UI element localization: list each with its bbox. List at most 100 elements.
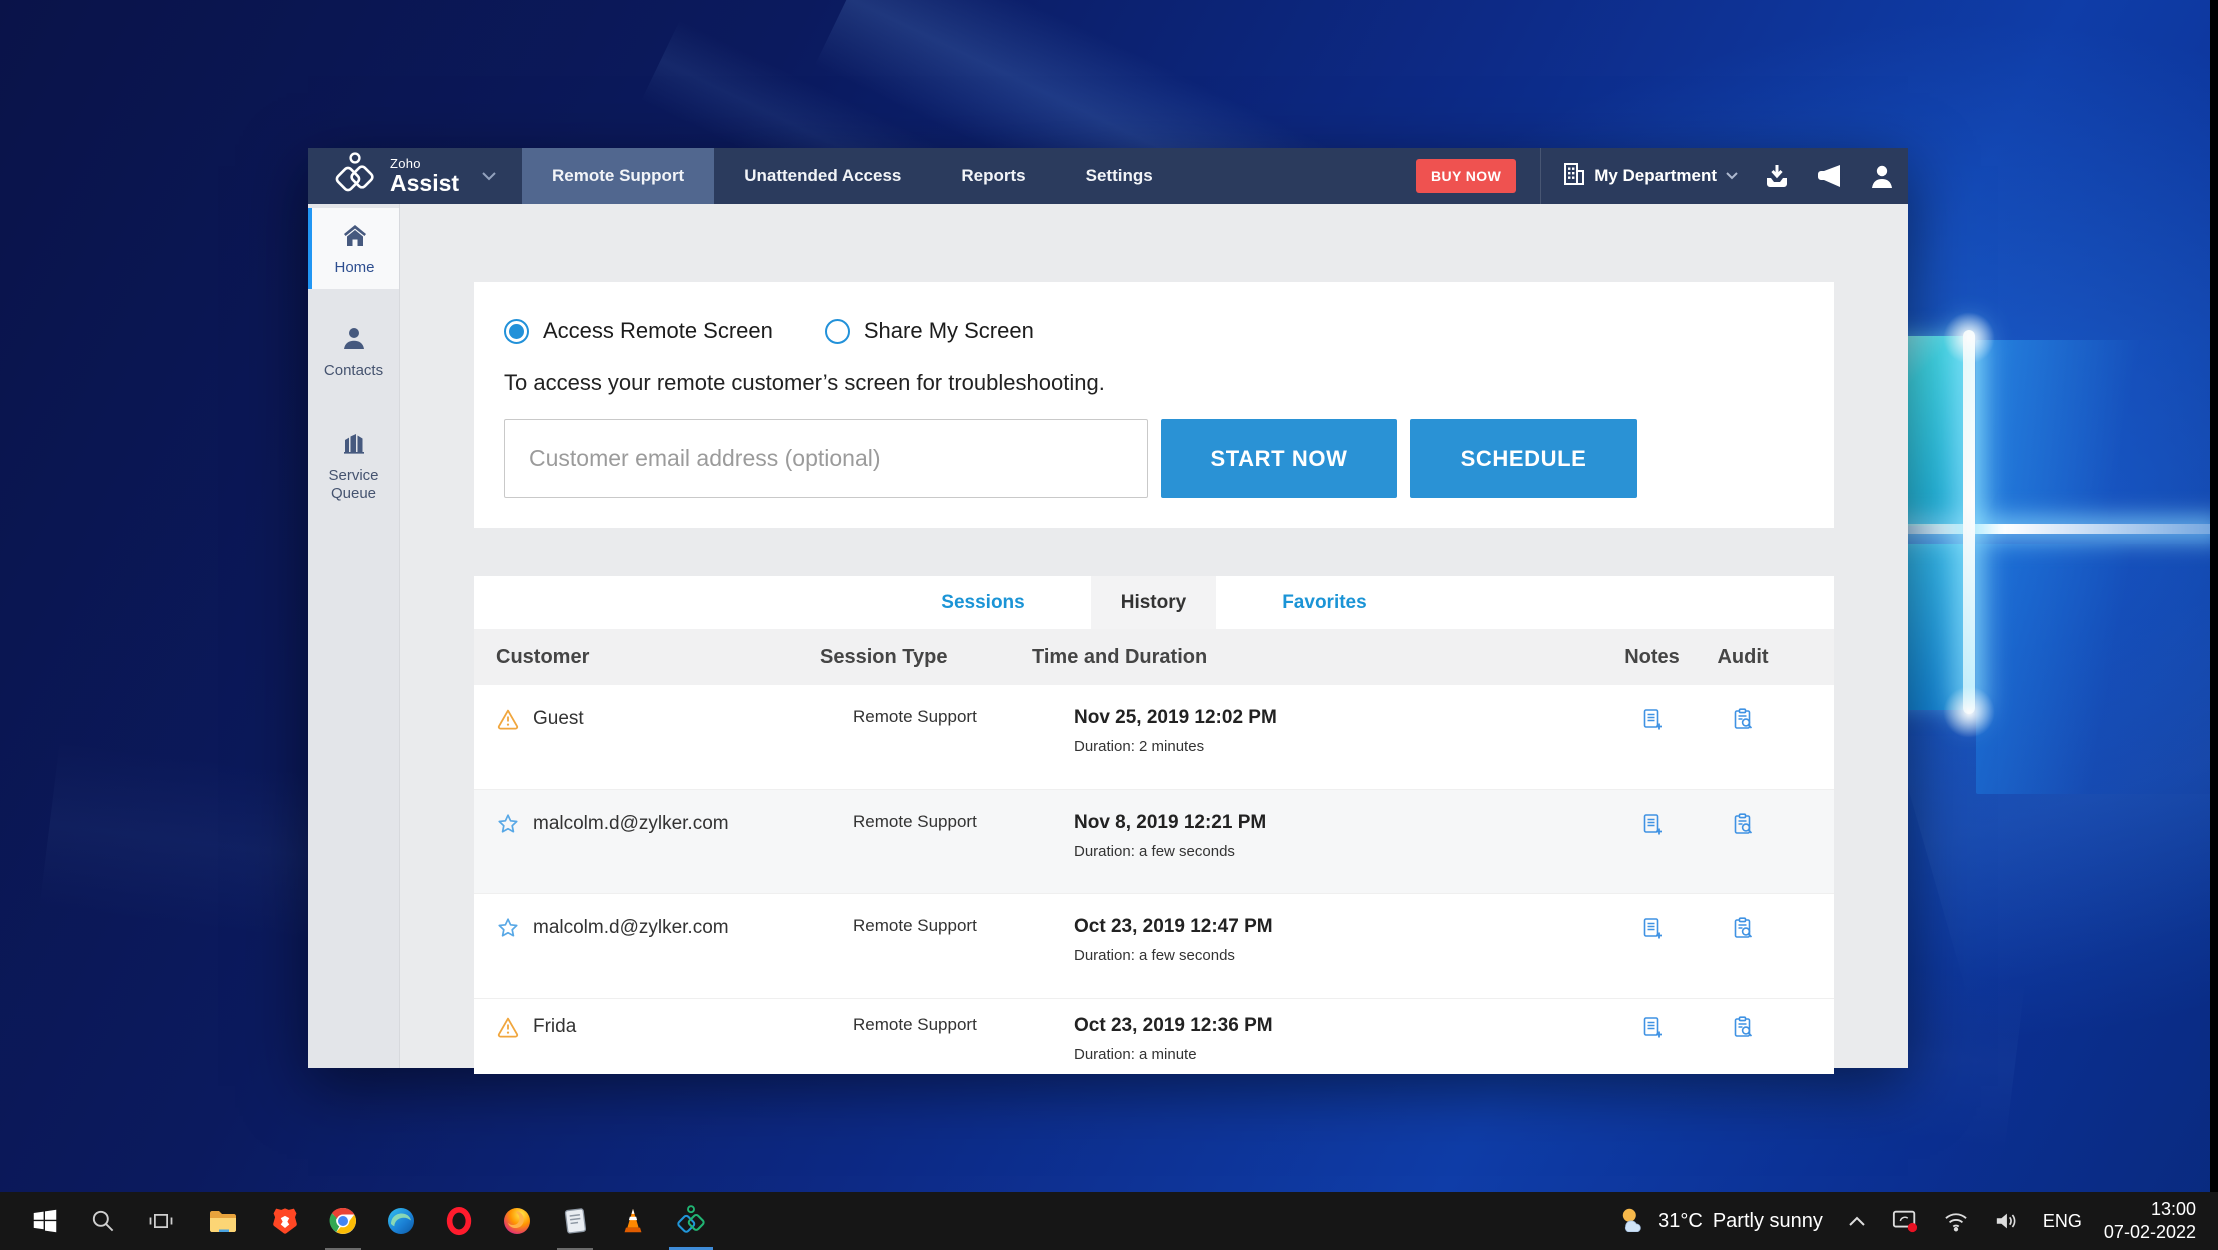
windows-logo-glow bbox=[1941, 310, 1997, 366]
remote-session-card: Access Remote Screen Share My Screen To … bbox=[474, 282, 1834, 528]
taskbar-icon-firefox[interactable] bbox=[488, 1192, 546, 1250]
audit-view-icon[interactable] bbox=[1700, 999, 1786, 1074]
favorite-star-icon[interactable] bbox=[496, 812, 520, 841]
note-add-icon[interactable] bbox=[1604, 894, 1700, 998]
session-type: Remote Support bbox=[820, 685, 1032, 789]
tab-history[interactable]: History bbox=[1091, 576, 1216, 629]
zoho-assist-logo-icon bbox=[330, 151, 380, 202]
download-icon[interactable] bbox=[1764, 163, 1790, 189]
customer-name: Guest bbox=[533, 707, 584, 731]
note-add-icon[interactable] bbox=[1604, 685, 1700, 789]
wifi-icon[interactable] bbox=[1935, 1210, 1977, 1232]
task-view-icon[interactable] bbox=[132, 1192, 190, 1250]
taskbar-icon-chrome[interactable] bbox=[314, 1192, 372, 1250]
favorite-star-icon[interactable] bbox=[496, 916, 520, 945]
tab-favorites[interactable]: Favorites bbox=[1252, 576, 1396, 629]
weather-temperature: 31°C bbox=[1658, 1210, 1703, 1233]
taskbar-icon-brave[interactable] bbox=[256, 1192, 314, 1250]
taskbar-icon-opera[interactable] bbox=[430, 1192, 488, 1250]
session-time: Oct 23, 2019 12:47 PM bbox=[1074, 916, 1604, 938]
nav-tab-unattended-access[interactable]: Unattended Access bbox=[714, 148, 931, 204]
audit-view-icon[interactable] bbox=[1700, 685, 1786, 789]
nav-tab-settings[interactable]: Settings bbox=[1056, 148, 1183, 204]
access-remote-screen-radio[interactable] bbox=[504, 319, 529, 344]
department-selector[interactable]: My Department bbox=[1563, 162, 1738, 191]
session-type: Remote Support bbox=[820, 790, 1032, 893]
taskbar-icon-vlc[interactable] bbox=[604, 1192, 662, 1250]
sidebar-item-contacts[interactable]: Contacts bbox=[308, 311, 399, 392]
windows-logo-glow bbox=[1963, 330, 1975, 714]
windows-logo-pane bbox=[1976, 544, 2218, 794]
service-queue-icon bbox=[340, 443, 368, 460]
sidebar-item-label: Service Queue bbox=[310, 467, 397, 503]
taskbar-clock[interactable]: 13:00 07-02-2022 bbox=[2098, 1198, 2202, 1244]
weather-icon bbox=[1618, 1206, 1648, 1237]
instruction-text: To access your remote customer’s screen … bbox=[504, 370, 1804, 396]
sidebar-item-home[interactable]: Home bbox=[308, 208, 399, 289]
start-now-button[interactable]: START NOW bbox=[1161, 419, 1397, 498]
weather-condition: Partly sunny bbox=[1713, 1210, 1823, 1233]
schedule-button[interactable]: SCHEDULE bbox=[1410, 419, 1637, 498]
taskbar-icon-file-explorer[interactable] bbox=[190, 1192, 256, 1250]
sessions-tabs: Sessions History Favorites bbox=[474, 576, 1834, 629]
nav-tab-remote-support[interactable]: Remote Support bbox=[522, 148, 714, 204]
tab-sessions[interactable]: Sessions bbox=[911, 576, 1054, 629]
app-sidebar: Home Contacts Service Queue bbox=[308, 204, 400, 1068]
navbar-divider bbox=[1540, 148, 1541, 204]
start-session-form: START NOW SCHEDULE bbox=[504, 419, 1804, 498]
language-indicator[interactable]: ENG bbox=[2035, 1211, 2090, 1232]
customer-name: malcolm.d@zylker.com bbox=[533, 812, 729, 836]
history-table-header: Customer Session Type Time and Duration … bbox=[474, 629, 1834, 685]
brand-assist: Assist bbox=[390, 172, 459, 195]
table-row[interactable]: malcolm.d@zylker.com Remote Support Oct … bbox=[474, 894, 1834, 999]
windows-logo-glow bbox=[1941, 684, 1997, 740]
session-time: Oct 23, 2019 12:36 PM bbox=[1074, 1015, 1604, 1037]
audit-view-icon[interactable] bbox=[1700, 790, 1786, 893]
audit-view-icon[interactable] bbox=[1700, 894, 1786, 998]
taskbar-apps bbox=[0, 1192, 720, 1250]
taskbar-icon-zoho-assist[interactable] bbox=[662, 1192, 720, 1250]
system-tray: 31°C Partly sunny ENG 13:00 bbox=[1610, 1192, 2218, 1250]
customer-email-input[interactable] bbox=[504, 419, 1148, 498]
chevron-up-icon[interactable] bbox=[1839, 1214, 1875, 1228]
access-remote-screen-label[interactable]: Access Remote Screen bbox=[543, 318, 773, 344]
note-add-icon[interactable] bbox=[1604, 999, 1700, 1074]
sidebar-item-label: Contacts bbox=[310, 362, 397, 380]
warning-icon bbox=[496, 707, 520, 736]
clock-date: 07-02-2022 bbox=[2104, 1221, 2196, 1244]
nav-tab-reports[interactable]: Reports bbox=[931, 148, 1055, 204]
meet-now-icon[interactable] bbox=[1883, 1208, 1927, 1234]
share-my-screen-radio[interactable] bbox=[825, 319, 850, 344]
zoho-assist-logo[interactable]: Zoho Assist bbox=[308, 148, 522, 204]
share-my-screen-label[interactable]: Share My Screen bbox=[864, 318, 1034, 344]
megaphone-icon[interactable] bbox=[1816, 163, 1844, 189]
session-time: Nov 8, 2019 12:21 PM bbox=[1074, 812, 1604, 834]
user-icon[interactable] bbox=[1870, 163, 1894, 189]
contacts-icon bbox=[341, 338, 367, 355]
session-duration: Duration: a few seconds bbox=[1074, 843, 1604, 860]
table-row[interactable]: Frida Remote Support Oct 23, 2019 12:36 … bbox=[474, 999, 1834, 1074]
table-row[interactable]: malcolm.d@zylker.com Remote Support Nov … bbox=[474, 790, 1834, 894]
buy-now-button[interactable]: BUY NOW bbox=[1416, 159, 1516, 193]
taskbar-icon-notes[interactable] bbox=[546, 1192, 604, 1250]
customer-name: malcolm.d@zylker.com bbox=[533, 916, 729, 940]
search-icon[interactable] bbox=[74, 1192, 132, 1250]
column-header-notes: Notes bbox=[1604, 646, 1700, 669]
chevron-down-icon[interactable] bbox=[481, 168, 497, 184]
taskbar-icon-edge[interactable] bbox=[372, 1192, 430, 1250]
caret-down-icon bbox=[1726, 167, 1738, 185]
table-row[interactable]: Guest Remote Support Nov 25, 2019 12:02 … bbox=[474, 685, 1834, 790]
session-duration: Duration: 2 minutes bbox=[1074, 738, 1604, 755]
weather-widget[interactable]: 31°C Partly sunny bbox=[1610, 1206, 1831, 1237]
windows-logo-pane bbox=[1976, 340, 2218, 524]
main-nav-tabs: Remote Support Unattended Access Reports… bbox=[522, 148, 1183, 204]
start-button[interactable] bbox=[16, 1192, 74, 1250]
sidebar-item-service-queue[interactable]: Service Queue bbox=[308, 416, 399, 515]
volume-icon[interactable] bbox=[1985, 1210, 2027, 1232]
clock-time: 13:00 bbox=[2104, 1198, 2196, 1221]
session-duration: Duration: a minute bbox=[1074, 1046, 1604, 1063]
brand-text: Zoho Assist bbox=[390, 157, 459, 195]
note-add-icon[interactable] bbox=[1604, 790, 1700, 893]
column-header-session-type: Session Type bbox=[820, 646, 1032, 669]
department-label: My Department bbox=[1594, 166, 1717, 186]
